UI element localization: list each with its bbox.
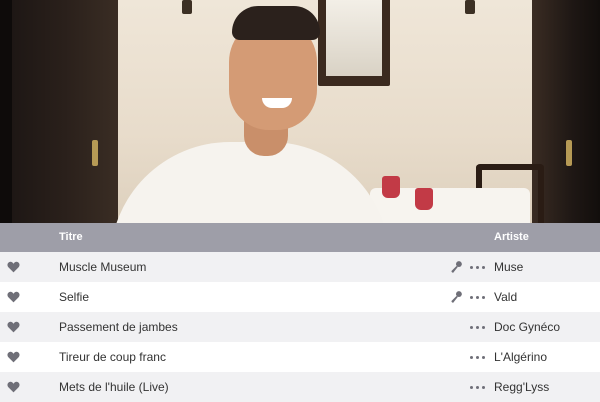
track-artist[interactable]: Vald: [494, 290, 517, 304]
photo-picture: [326, 0, 382, 76]
microphone-icon[interactable]: [449, 290, 463, 304]
more-options-icon[interactable]: [470, 386, 486, 390]
track-list-header: Titre Artiste: [0, 223, 600, 252]
photo-wall-lamp: [465, 0, 475, 14]
photo-door-frame: [0, 0, 12, 223]
microphone-icon[interactable]: [449, 260, 463, 274]
heart-icon[interactable]: [7, 381, 20, 393]
track-list: Titre Artiste Muscle Museum Muse Selfie …: [0, 223, 600, 402]
photo-napkin: [382, 176, 400, 198]
photo-door-handle: [92, 140, 98, 166]
track-row[interactable]: Mets de l'huile (Live) Regg'Lyss: [0, 372, 600, 402]
heart-icon[interactable]: [7, 351, 20, 363]
track-title[interactable]: Tireur de coup franc: [59, 350, 166, 364]
more-options-icon[interactable]: [470, 266, 486, 270]
heart-icon[interactable]: [7, 291, 20, 303]
column-title-header[interactable]: Titre: [59, 231, 83, 243]
more-options-icon[interactable]: [470, 296, 486, 300]
photo-door-left: [0, 0, 118, 223]
photo-napkin: [415, 188, 433, 210]
track-artist[interactable]: L'Algérino: [494, 350, 547, 364]
track-title[interactable]: Mets de l'huile (Live): [59, 380, 169, 394]
track-title[interactable]: Selfie: [59, 290, 89, 304]
column-artist-header[interactable]: Artiste: [494, 231, 529, 243]
track-row[interactable]: Tireur de coup franc L'Algérino: [0, 342, 600, 372]
photo-door-handle: [566, 140, 572, 166]
more-options-icon[interactable]: [470, 326, 486, 330]
track-row[interactable]: Passement de jambes Doc Gynéco: [0, 312, 600, 342]
track-row[interactable]: Muscle Museum Muse: [0, 252, 600, 282]
artist-header-photo: [0, 0, 600, 223]
track-artist[interactable]: Muse: [494, 260, 523, 274]
photo-wall-lamp: [182, 0, 192, 14]
more-options-icon[interactable]: [470, 356, 486, 360]
heart-icon[interactable]: [7, 261, 20, 273]
track-title[interactable]: Passement de jambes: [59, 320, 178, 334]
track-artist[interactable]: Regg'Lyss: [494, 380, 549, 394]
track-row[interactable]: Selfie Vald: [0, 282, 600, 312]
photo-person-hair: [232, 6, 320, 40]
track-title[interactable]: Muscle Museum: [59, 260, 146, 274]
heart-icon[interactable]: [7, 321, 20, 333]
track-artist[interactable]: Doc Gynéco: [494, 320, 560, 334]
